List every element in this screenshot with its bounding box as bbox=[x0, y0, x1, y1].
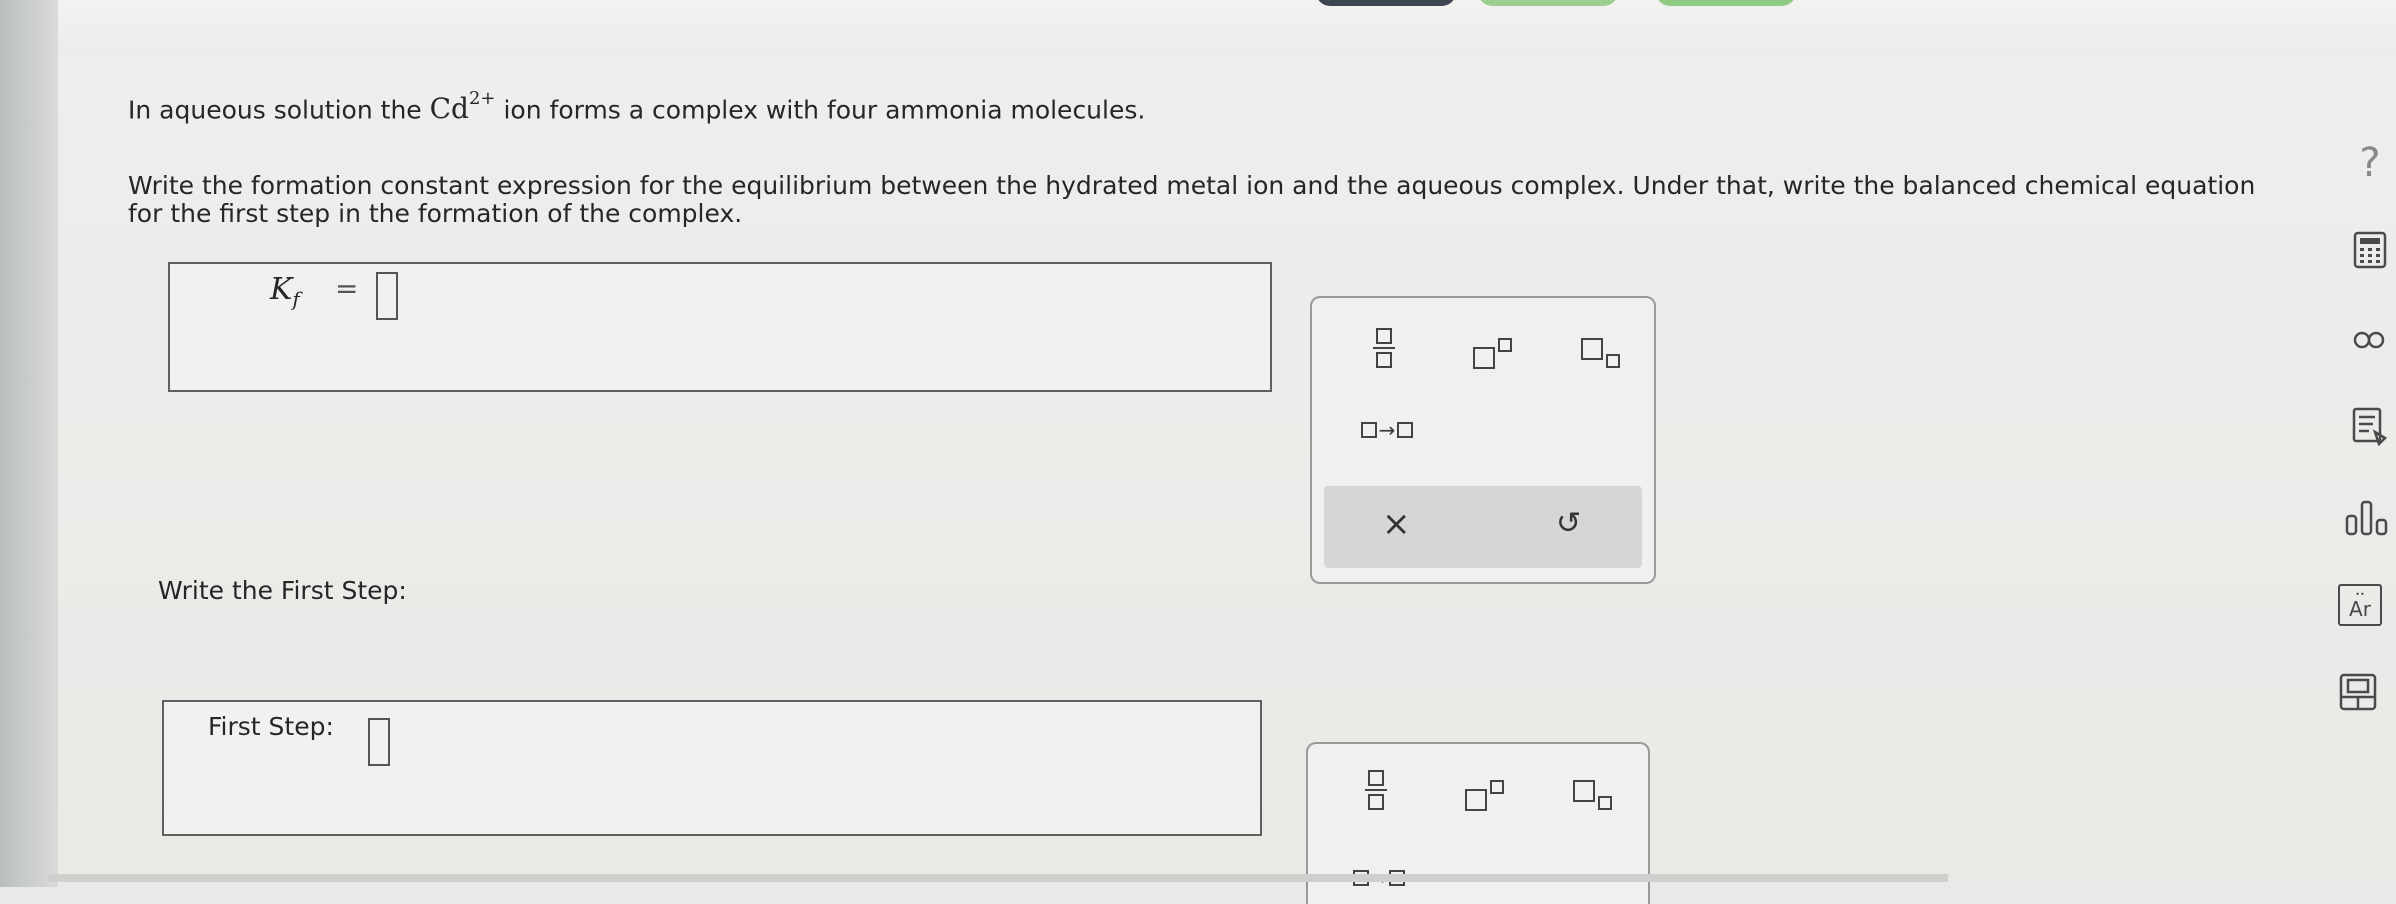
kf-symbol: K bbox=[270, 272, 293, 307]
superscript-button[interactable] bbox=[1454, 764, 1514, 824]
fraction-button[interactable] bbox=[1346, 760, 1406, 820]
top-button-dark[interactable] bbox=[1316, 0, 1456, 6]
question-text-after: ion forms a complex with four ammonia mo… bbox=[503, 95, 1146, 125]
subscript-button[interactable] bbox=[1570, 322, 1630, 382]
base-box-icon bbox=[1580, 338, 1603, 360]
first-step-heading: Write the First Step: bbox=[158, 576, 407, 605]
base-box-icon bbox=[1572, 780, 1595, 802]
kf-input-slot[interactable] bbox=[376, 272, 398, 320]
bar-chart-icon-svg bbox=[2345, 500, 2388, 536]
calculator-icon[interactable] bbox=[2350, 228, 2390, 272]
subscript-button[interactable] bbox=[1562, 764, 1622, 824]
ion-charge: 2+ bbox=[468, 88, 496, 109]
denominator-box-icon bbox=[1368, 794, 1384, 810]
first-step-input-slot[interactable] bbox=[368, 718, 390, 766]
kf-subscript: f bbox=[292, 287, 300, 311]
subscript-box-icon bbox=[1597, 796, 1612, 810]
reactant-box-icon bbox=[1360, 422, 1377, 438]
product-box-icon bbox=[1397, 422, 1414, 438]
notes-icon-svg bbox=[2352, 407, 2388, 446]
kf-answer-box[interactable] bbox=[168, 262, 1272, 392]
top-button-green-2[interactable] bbox=[1656, 0, 1796, 6]
notes-icon[interactable] bbox=[2348, 404, 2392, 448]
cadmium-ion: Cd2+ bbox=[429, 88, 496, 126]
fraction-bar-icon bbox=[1373, 347, 1395, 349]
reaction-arrow-button[interactable]: → bbox=[1332, 410, 1442, 450]
numerator-box-icon bbox=[1376, 328, 1392, 344]
fraction-button[interactable] bbox=[1354, 318, 1414, 378]
clear-button[interactable]: × bbox=[1382, 504, 1411, 544]
exponent-box-icon bbox=[1497, 338, 1512, 352]
question-text-before: In aqueous solution the bbox=[128, 95, 422, 125]
screen-bezel bbox=[0, 0, 58, 887]
link-icon[interactable] bbox=[2348, 322, 2392, 358]
undo-button[interactable]: ↺ bbox=[1556, 506, 1581, 541]
math-palette-1: → × ↺ bbox=[1310, 296, 1656, 584]
fraction-bar-icon bbox=[1365, 789, 1387, 791]
first-step-label: First Step: bbox=[208, 712, 334, 741]
question-line-2: Write the formation constant expression … bbox=[128, 171, 2256, 228]
subscript-box-icon bbox=[1605, 354, 1620, 368]
reference-icon[interactable] bbox=[2336, 670, 2380, 714]
reference-icon-svg bbox=[2339, 673, 2377, 711]
periodic-table-icon[interactable]: •• Ar bbox=[2338, 584, 2382, 626]
exponent-box-icon bbox=[1489, 780, 1504, 794]
top-button-green-1[interactable] bbox=[1478, 0, 1618, 6]
ion-symbol: Cd bbox=[429, 92, 469, 126]
arrow-icon: → bbox=[1378, 418, 1396, 442]
palette-action-bar: × ↺ bbox=[1324, 486, 1642, 568]
periodic-table-label: Ar bbox=[2349, 597, 2371, 621]
base-box-icon bbox=[1472, 347, 1495, 369]
link-icon-svg bbox=[2353, 331, 2385, 349]
bottom-edge bbox=[48, 874, 1948, 882]
kf-label: Kf bbox=[270, 272, 300, 311]
base-box-icon bbox=[1464, 789, 1487, 811]
top-toolbar-strip bbox=[58, 0, 2396, 56]
numerator-box-icon bbox=[1368, 770, 1384, 786]
denominator-box-icon bbox=[1376, 352, 1392, 368]
calculator-icon-svg bbox=[2353, 231, 2387, 269]
kf-equals: = bbox=[335, 272, 359, 305]
bar-chart-icon[interactable] bbox=[2340, 496, 2396, 540]
question-line-1: In aqueous solution the Cd2+ ion forms a… bbox=[128, 88, 1146, 126]
help-icon[interactable]: ? bbox=[2348, 138, 2392, 188]
superscript-button[interactable] bbox=[1462, 322, 1522, 382]
